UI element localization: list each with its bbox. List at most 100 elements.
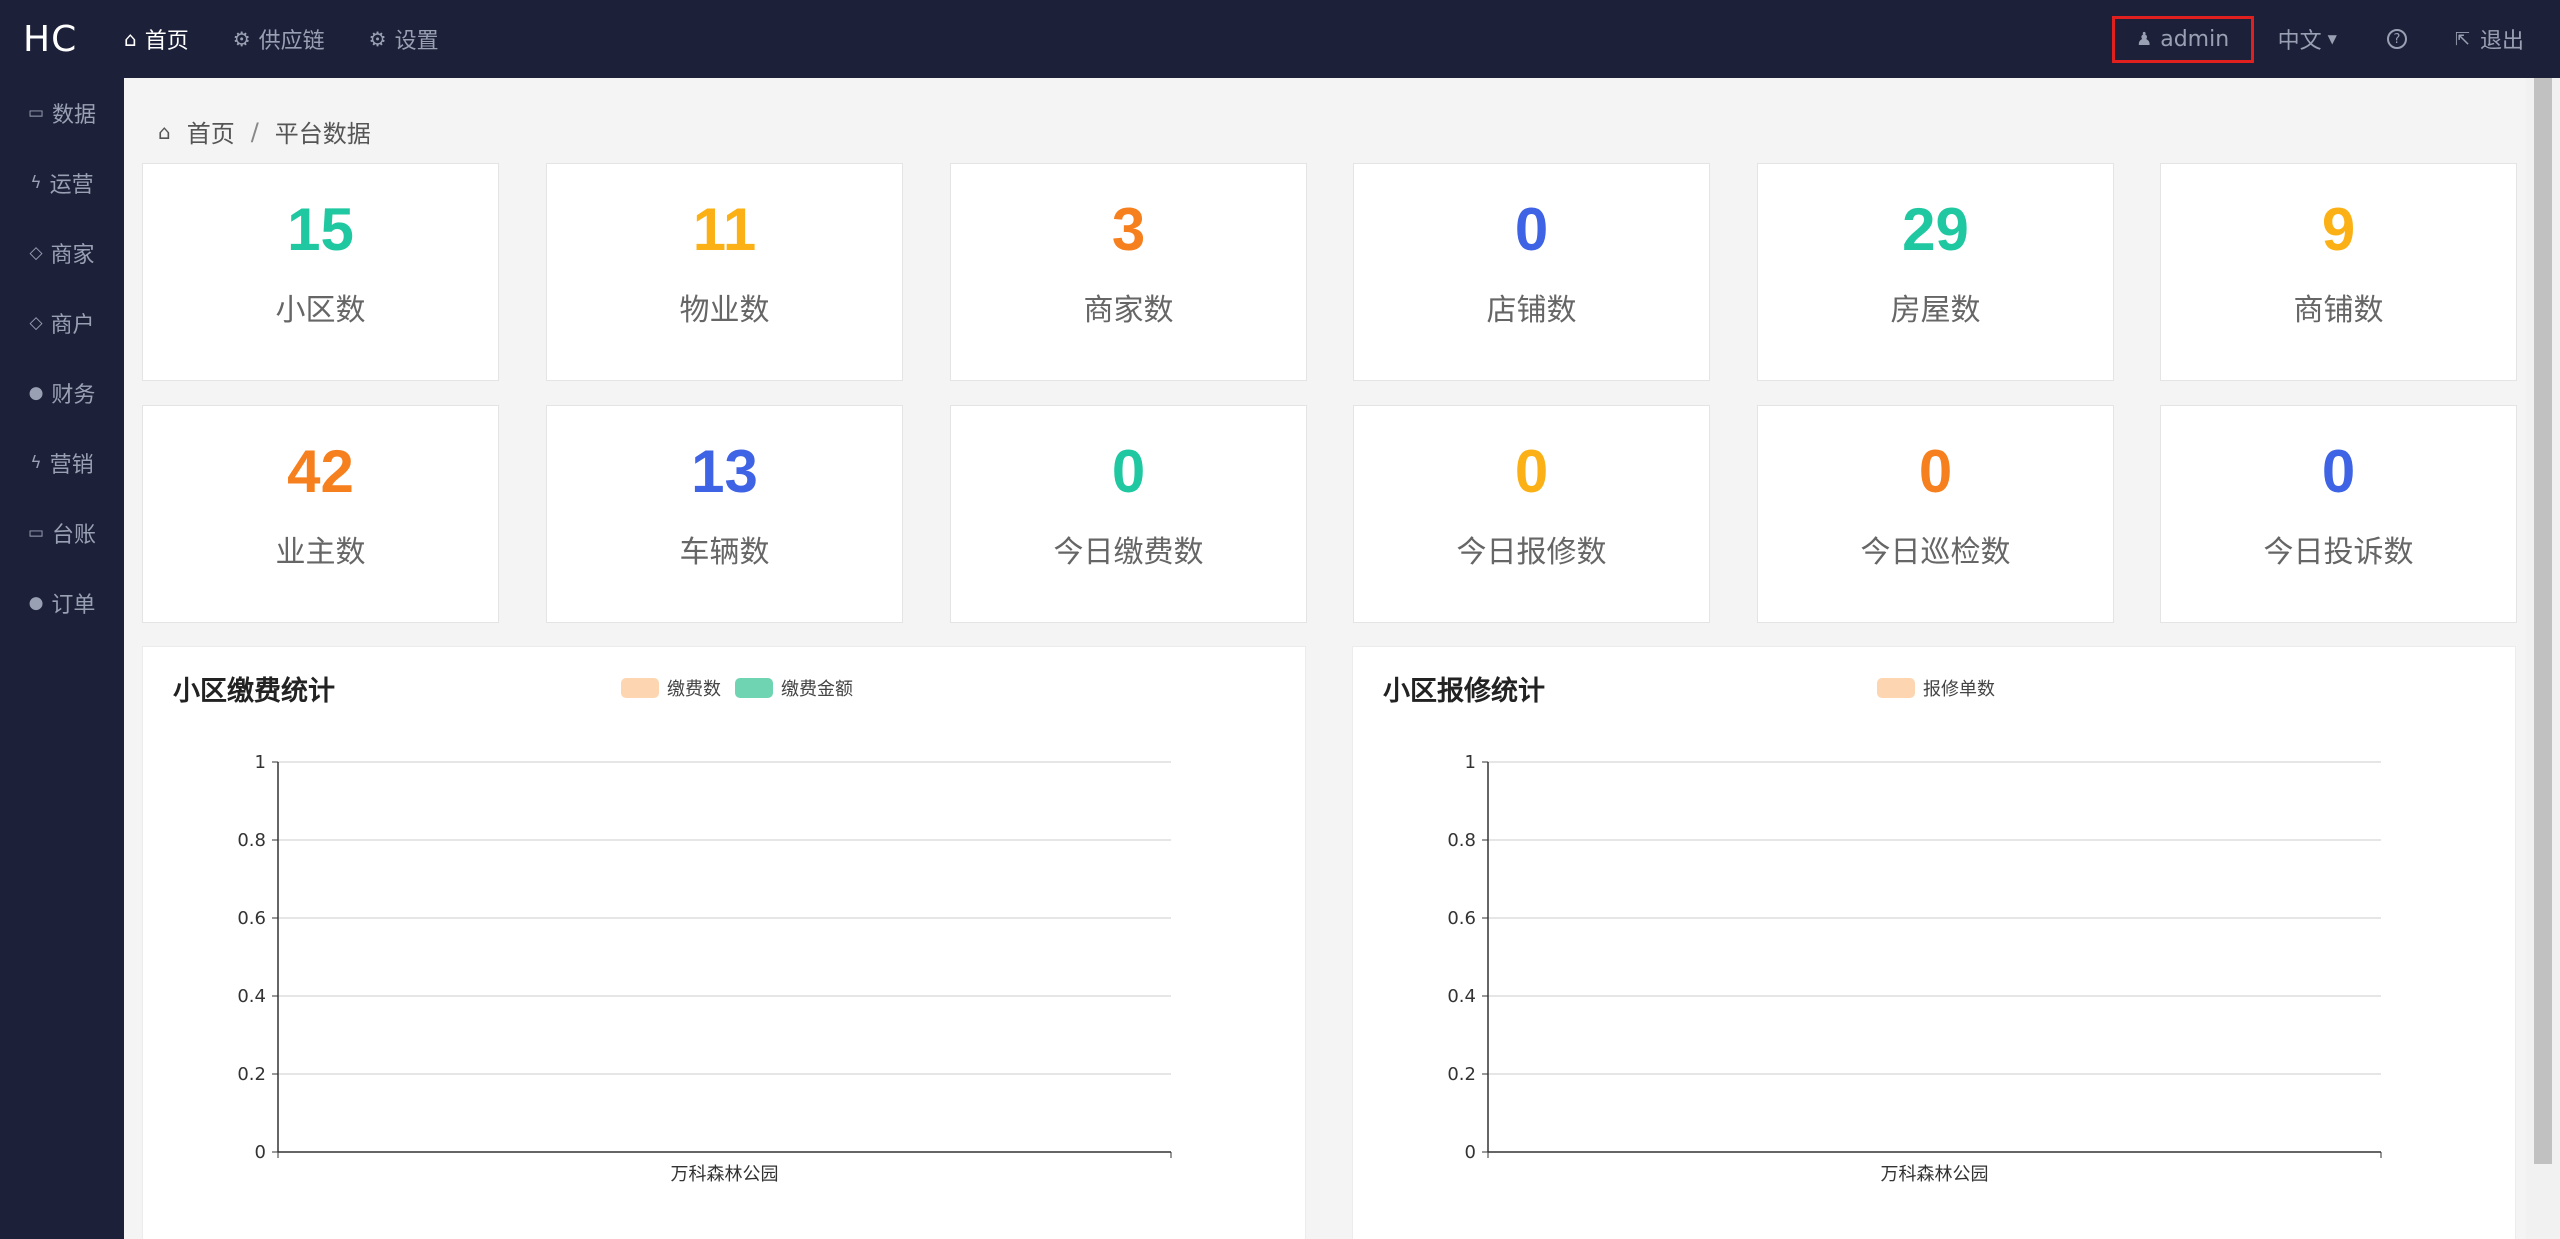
stat-value: 3 (1111, 196, 1146, 263)
home-icon: ⌂ (124, 27, 137, 51)
stat-label: 今日报修数 (1456, 535, 1607, 570)
sidebar-item-4[interactable]: ● 财务 (0, 358, 124, 428)
top-right-menu: ♟ admin 中文 ▼ ? ⇱ 退出 (2111, 0, 2560, 78)
sidebar-item-label: 营销 (49, 453, 94, 478)
sidebar-item-label: 商户 (50, 313, 95, 338)
topnav-item-1[interactable]: ⚙ 供应链 (233, 23, 325, 55)
y-tick-label: 0.4 (237, 986, 266, 1007)
y-tick-label: 0.2 (1447, 1064, 1476, 1085)
stat-card: 15 小区数 (142, 163, 499, 381)
stat-value: 9 (2321, 196, 2356, 263)
breadcrumb-home[interactable]: 首页 (187, 114, 235, 149)
y-tick-label: 0.6 (237, 908, 266, 929)
y-tick-label: 1 (255, 752, 266, 773)
stat-card: 0 今日投诉数 (2160, 405, 2517, 623)
language-dropdown[interactable]: 中文 ▼ (2278, 23, 2337, 55)
scrollbar-thumb[interactable] (2534, 78, 2552, 1164)
y-tick-label: 0 (255, 1142, 266, 1163)
stat-label: 今日投诉数 (2263, 535, 2414, 570)
sign-out-icon: ⇱ (2454, 28, 2470, 50)
laptop-icon: ▭ (27, 523, 45, 543)
x-tick-label: 万科森林公园 (671, 1164, 779, 1185)
stat-value: 29 (1902, 196, 1969, 263)
breadcrumb: ⌂ 首页 / 平台数据 (158, 114, 371, 149)
sidebar-item-label: 运营 (49, 173, 94, 198)
stat-card: 0 店铺数 (1353, 163, 1710, 381)
logout-label: 退出 (2479, 29, 2524, 54)
top-navbar: HC ⌂ 首页 ⚙ 供应链 ⚙ 设置 ♟ admin 中文 ▼ ? ⇱ 退出 (0, 0, 2560, 78)
stat-value: 15 (287, 196, 354, 263)
sidebar-item-label: 数据 (52, 103, 97, 128)
globe-icon: ● (28, 383, 44, 403)
sidebar-item-0[interactable]: ▭ 数据 (0, 78, 124, 148)
x-tick-label: 万科森林公园 (1881, 1164, 1989, 1185)
stat-label: 物业数 (679, 293, 770, 328)
stat-value: 0 (2321, 438, 2356, 505)
user-menu-button[interactable]: ♟ admin (2111, 15, 2254, 63)
topnav-label: 首页 (144, 29, 189, 54)
y-tick-label: 1 (1465, 752, 1476, 773)
topnav-item-0[interactable]: ⌂ 首页 (124, 23, 189, 55)
stat-value: 42 (287, 438, 354, 505)
stat-card: 0 今日缴费数 (950, 405, 1307, 623)
repair-chart-card: 小区报修统计 报修单数 0 0.2 0.4 0.6 0.8 1 万科森林公园 (1352, 646, 2516, 1239)
breadcrumb-separator: / (250, 117, 259, 146)
globe-icon: ● (28, 593, 44, 613)
stat-value: 0 (1514, 196, 1549, 263)
stat-card: 13 车辆数 (546, 405, 903, 623)
top-nav: ⌂ 首页 ⚙ 供应链 ⚙ 设置 (124, 23, 483, 55)
sidebar-item-5[interactable]: ϟ 营销 (0, 428, 124, 498)
stat-card: 3 商家数 (950, 163, 1307, 381)
stat-label: 车辆数 (679, 535, 770, 570)
stat-card: 0 今日巡检数 (1757, 405, 2114, 623)
caret-down-icon: ▼ (2327, 32, 2337, 46)
breadcrumb-current: 平台数据 (274, 120, 371, 148)
y-tick-label: 0.8 (1447, 830, 1476, 851)
sidebar-item-2[interactable]: ◇ 商家 (0, 218, 124, 288)
topnav-label: 供应链 (258, 29, 325, 54)
stat-value: 11 (692, 196, 757, 263)
logout-button[interactable]: ⇱ 退出 (2455, 23, 2524, 55)
sidebar: ▭ 数据 ϟ 运营 ◇ 商家 ◇ 商户 ● 财务 ϟ 营销 ▭ 台账 ● 订单 (0, 78, 124, 1239)
topnav-label: 设置 (394, 29, 439, 54)
diamond-icon: ◇ (29, 243, 43, 263)
sidebar-item-1[interactable]: ϟ 运营 (0, 148, 124, 218)
sidebar-item-label: 商家 (50, 243, 95, 268)
stat-card: 9 商铺数 (2160, 163, 2517, 381)
stat-value: 0 (1918, 438, 1953, 505)
main-content: ⌂ 首页 / 平台数据 15 小区数 11 物业数 3 商家数 0 店铺数 29 房屋数 9 商铺数 4… (124, 78, 2526, 1239)
stat-card: 0 今日报修数 (1353, 405, 1710, 623)
stat-value: 13 (691, 438, 758, 505)
bolt-icon: ϟ (30, 173, 42, 193)
stat-card: 42 业主数 (142, 405, 499, 623)
help-icon[interactable]: ? (2386, 29, 2407, 49)
stat-card: 11 物业数 (546, 163, 903, 381)
stat-label: 今日巡检数 (1860, 535, 2011, 570)
stat-card: 29 房屋数 (1757, 163, 2114, 381)
user-icon: ♟ (2136, 28, 2153, 50)
stat-label: 商家数 (1083, 293, 1174, 328)
stat-label: 商铺数 (2293, 293, 2384, 328)
topnav-item-2[interactable]: ⚙ 设置 (369, 23, 439, 55)
y-tick-label: 0 (1465, 1142, 1476, 1163)
stat-label: 房屋数 (1890, 293, 1981, 328)
diamond-icon: ◇ (29, 313, 43, 333)
y-tick-label: 0.2 (237, 1064, 266, 1085)
sidebar-item-6[interactable]: ▭ 台账 (0, 498, 124, 568)
stat-value: 0 (1111, 438, 1146, 505)
brand-logo[interactable]: HC (0, 19, 124, 60)
sidebar-item-label: 订单 (51, 593, 96, 618)
repair-chart: 0 0.2 0.4 0.6 0.8 1 万科森林公园 (1447, 752, 2382, 1185)
sidebar-item-3[interactable]: ◇ 商户 (0, 288, 124, 358)
user-name: admin (2160, 26, 2230, 52)
gear-icon: ⚙ (232, 27, 251, 51)
home-icon: ⌂ (158, 119, 171, 144)
stat-label: 小区数 (275, 293, 366, 328)
y-tick-label: 0.6 (1447, 908, 1476, 929)
sidebar-item-7[interactable]: ● 订单 (0, 568, 124, 638)
laptop-icon: ▭ (27, 103, 45, 123)
stat-value: 0 (1514, 438, 1549, 505)
gear-icon: ⚙ (368, 27, 387, 51)
bolt-icon: ϟ (30, 453, 42, 473)
scrollbar[interactable] (2526, 78, 2560, 1239)
